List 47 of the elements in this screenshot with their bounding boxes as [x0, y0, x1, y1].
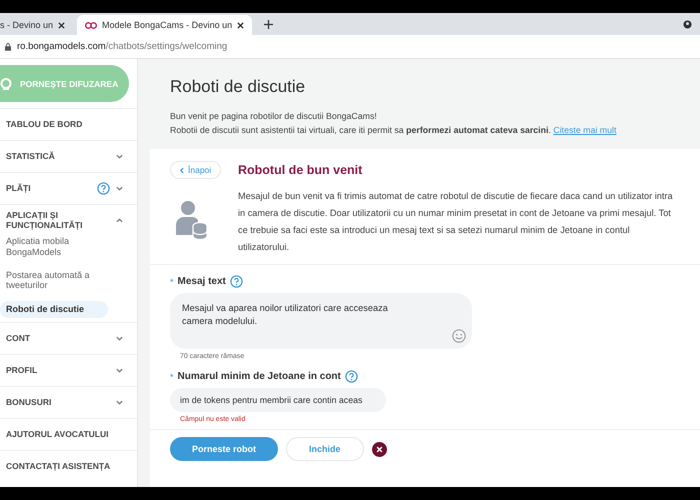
sidebar-item[interactable]: CONT: [6, 334, 110, 344]
description-text: Mesajul de bun venit va fi trimis automat de catre robotul de discutie de fiecare daca cand un utilizator intra in camera de discutie. Doar utilizatorii cu un numar minim presetat in cont de Jetoane va primi mesajul. Tot ce trebuie sa faci este sa introduci un mesaj text si sa setezi numarul minim de Jetoane in contul utilizatorului.: [238, 190, 674, 254]
sidebar-item[interactable]: BONUSURI: [6, 398, 110, 408]
tokens-field[interactable]: im de tokens pentru membrii care contin aceas: [170, 388, 386, 412]
chevron-down-icon[interactable]: [116, 400, 123, 405]
tab-title: s - Devino un: [0, 20, 54, 30]
browser-tab[interactable]: Modele BongaCams - Devino un: [77, 15, 252, 35]
sidebar-item[interactable]: APLICAȚII ȘI FUNCȚIONALITĂȚI: [6, 210, 110, 230]
page-title: Roboti de discutie: [170, 77, 306, 97]
user-coins-icon: [176, 199, 208, 241]
sidebar-item[interactable]: AJUTORUL AVOCATULUI: [6, 430, 129, 440]
help-icon[interactable]: [97, 182, 110, 195]
logo-icon: [85, 20, 98, 30]
intro-text: Bun venit pe pagina robotilor de discutii BongaCams!: [170, 110, 378, 123]
tab-title: Modele BongaCams - Devino un: [102, 20, 232, 30]
chevron-down-icon[interactable]: [116, 186, 123, 191]
sidebar-item[interactable]: PROFIL: [6, 366, 110, 376]
profile-icon[interactable]: [683, 20, 692, 29]
card-heading: Robotul de bun venit: [238, 162, 364, 179]
help-icon[interactable]: [344, 370, 358, 383]
chevron-down-icon[interactable]: [116, 336, 123, 341]
browser-tab[interactable]: s - Devino un: [0, 15, 74, 35]
sidebar-item[interactable]: CONTACTAȚI ASISTENȚA: [6, 462, 129, 472]
address-bar[interactable]: ro.bongamodels.com/chatbots/settings/welcoming: [17, 41, 228, 52]
sidebar-item[interactable]: STATISTICĂ: [6, 152, 110, 162]
close-icon[interactable]: [237, 22, 244, 28]
chevron-down-icon[interactable]: [116, 368, 123, 373]
required-mark: *: [170, 276, 174, 286]
submenu-item[interactable]: Roboti de discutie: [0, 301, 108, 318]
new-tab-icon[interactable]: [264, 20, 274, 29]
required-mark: *: [170, 372, 174, 382]
lock-icon: [5, 42, 11, 50]
sidebar-item[interactable]: PLĂȚI: [6, 184, 91, 194]
emoji-icon[interactable]: [452, 329, 466, 343]
sidebar-item[interactable]: TABLOU DE BORD: [6, 120, 129, 130]
help-icon[interactable]: [230, 275, 243, 288]
chevron-down-icon[interactable]: [116, 154, 123, 159]
chevron-up-icon[interactable]: [116, 218, 123, 223]
submenu-item[interactable]: Postarea automată a tweeturilor: [6, 268, 102, 294]
intro-text: Robotii de discutii sunt asistentii tai virtuali, care iti permit sa performezi automat cateva sarcini. Citeste mai mult: [170, 124, 618, 137]
close-icon[interactable]: [372, 442, 387, 456]
close-icon[interactable]: [58, 22, 66, 28]
field-label: Mesaj text: [178, 276, 226, 287]
field-label: Numarul minim de Jetoane in cont: [178, 371, 341, 382]
chevron-left-icon: [180, 166, 184, 174]
message-field[interactable]: Mesajul va aparea noilor utilizatori care acceseaza camera modelului.: [170, 293, 472, 349]
submenu-item[interactable]: Aplicatia mobila BongaModels: [6, 234, 102, 260]
